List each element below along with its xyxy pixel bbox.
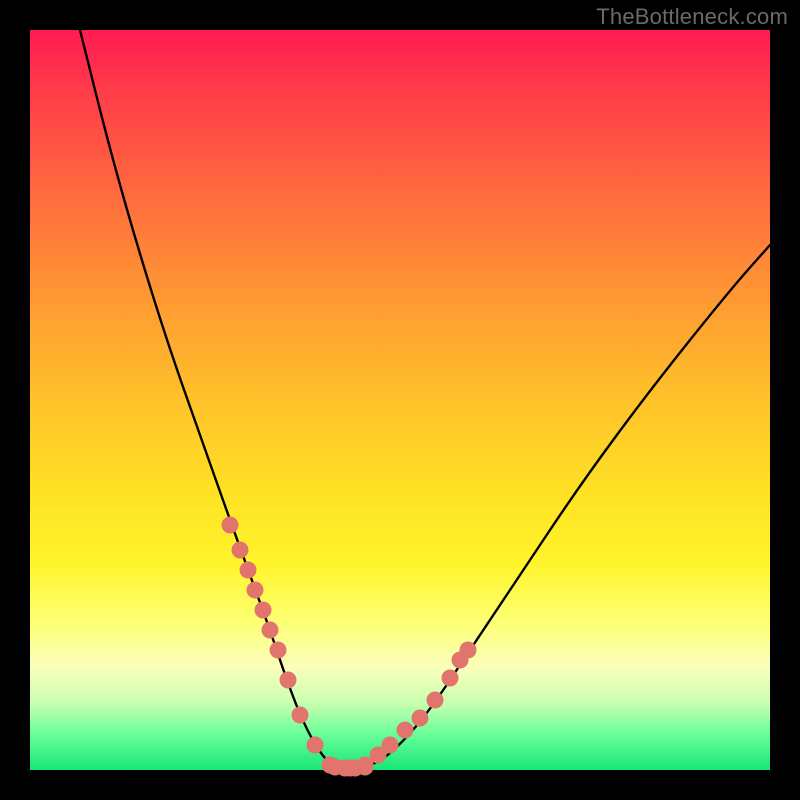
marker-cluster-right	[342, 642, 477, 777]
curve-marker	[412, 710, 429, 727]
bottleneck-curve	[80, 30, 770, 767]
curve-marker	[270, 642, 287, 659]
curve-marker	[397, 722, 414, 739]
curve-marker	[222, 517, 239, 534]
curve-marker	[357, 759, 374, 776]
curve-marker	[232, 542, 249, 559]
curve-marker	[247, 582, 264, 599]
curve-marker	[460, 642, 477, 659]
chart-frame: TheBottleneck.com	[0, 0, 800, 800]
curve-marker	[240, 562, 257, 579]
marker-cluster-bottom	[327, 759, 374, 777]
curve-marker	[382, 737, 399, 754]
plot-area	[30, 30, 770, 770]
curve-marker	[307, 737, 324, 754]
curve-marker	[280, 672, 297, 689]
curve-marker	[292, 707, 309, 724]
curve-marker	[255, 602, 272, 619]
curve-marker	[442, 670, 459, 687]
curve-svg	[30, 30, 770, 770]
marker-cluster-left	[222, 517, 339, 774]
curve-marker	[262, 622, 279, 639]
curve-marker	[427, 692, 444, 709]
watermark-text: TheBottleneck.com	[596, 4, 788, 30]
